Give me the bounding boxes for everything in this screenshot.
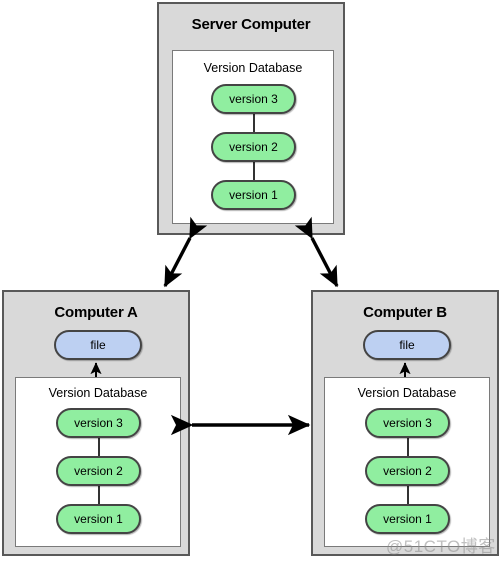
computer-a-version-database-panel: Version Database version 3 version 2 ver… [15, 377, 181, 547]
computer-b-version-2-label: version 2 [383, 464, 432, 478]
computer-b-version-database-panel: Version Database version 3 version 2 ver… [324, 377, 490, 547]
computer-a-version-2[interactable]: version 2 [56, 456, 141, 486]
computer-b-box: Computer B file Version Database version… [311, 290, 499, 556]
computer-b-file-label: file [399, 338, 415, 352]
server-version-3-label: version 3 [229, 92, 278, 106]
computer-a-title: Computer A [54, 304, 138, 321]
diagram-canvas: Server Computer Version Database version… [0, 0, 500, 563]
computer-a-version-1-label: version 1 [74, 512, 123, 526]
computer-a-version-3-label: version 3 [74, 416, 123, 430]
computer-a-file-label: file [90, 338, 106, 352]
arrow-server-to-computer-a [163, 216, 208, 288]
computer-a-version-1[interactable]: version 1 [56, 504, 141, 534]
server-computer-box: Server Computer Version Database version… [157, 2, 345, 235]
computer-b-version-3[interactable]: version 3 [365, 408, 450, 438]
computer-a-box: Computer A file Version Database version… [2, 290, 190, 556]
server-version-2-label: version 2 [229, 140, 278, 154]
server-version-database-title: Version Database [203, 61, 303, 75]
computer-a-version-database-title: Version Database [48, 386, 148, 400]
server-version-database-panel: Version Database version 3 version 2 ver… [172, 50, 334, 224]
server-version-1[interactable]: version 1 [211, 180, 296, 210]
arrow-server-to-computer-b [294, 216, 339, 288]
server-version-2[interactable]: version 2 [211, 132, 296, 162]
computer-b-file[interactable]: file [363, 330, 451, 360]
computer-a-file[interactable]: file [54, 330, 142, 360]
server-version-3[interactable]: version 3 [211, 84, 296, 114]
server-version-1-label: version 1 [229, 188, 278, 202]
watermark: @51CTO博客 [386, 537, 496, 556]
computer-b-version-1[interactable]: version 1 [365, 504, 450, 534]
computer-b-version-database-title: Version Database [357, 386, 457, 400]
computer-a-version-2-label: version 2 [74, 464, 123, 478]
server-computer-title: Server Computer [191, 16, 311, 33]
computer-b-title: Computer B [363, 304, 447, 321]
computer-b-version-2[interactable]: version 2 [365, 456, 450, 486]
computer-a-version-3[interactable]: version 3 [56, 408, 141, 438]
computer-b-version-3-label: version 3 [383, 416, 432, 430]
computer-b-version-1-label: version 1 [383, 512, 432, 526]
